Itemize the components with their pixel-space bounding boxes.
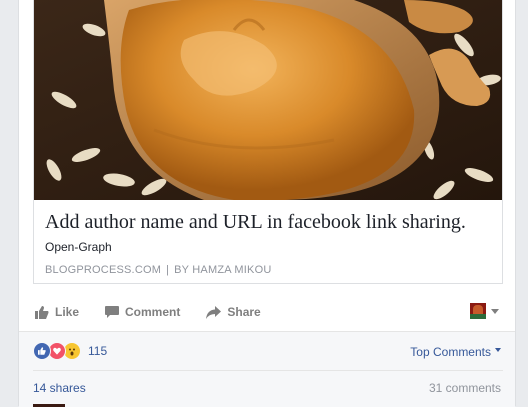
comment-button[interactable]: Comment (105, 305, 180, 319)
reactions-section: 115 Top Comments 14 shares 31 comments (19, 331, 515, 407)
link-title[interactable]: Add author name and URL in facebook link… (45, 210, 491, 234)
link-separator: | (166, 264, 170, 276)
share-label: Share (227, 305, 261, 319)
like-reaction-icon (33, 342, 51, 360)
like-button[interactable]: Like (35, 305, 79, 319)
comment-label: Comment (125, 305, 181, 319)
link-domain: BLOGPROCESS.COM (45, 264, 162, 276)
like-label: Like (55, 305, 80, 319)
chevron-down-icon (491, 308, 499, 314)
post-actions: Like Comment Share (33, 296, 503, 328)
comment-icon (105, 305, 120, 318)
reaction-summary[interactable]: 115 (33, 342, 107, 360)
chevron-down-icon (495, 348, 501, 352)
reaction-count[interactable]: 115 (88, 344, 107, 358)
comments-count-link[interactable]: 31 comments (429, 381, 501, 395)
viewer-switcher[interactable] (470, 303, 499, 319)
viewer-avatar (470, 303, 486, 319)
link-preview-text[interactable]: Add author name and URL in facebook link… (34, 200, 502, 283)
top-comments-label: Top Comments (410, 345, 491, 359)
link-description: Open-Graph (45, 240, 112, 254)
link-preview[interactable]: Add author name and URL in facebook link… (33, 0, 503, 284)
share-arrow-icon (206, 305, 222, 319)
share-button[interactable]: Share (206, 305, 261, 319)
thumbs-up-icon (35, 305, 49, 319)
link-author: BY HAMZA MIKOU (174, 264, 272, 276)
shares-count-link[interactable]: 14 shares (33, 381, 86, 395)
divider (33, 370, 503, 371)
post-card: Add author name and URL in facebook link… (18, 0, 516, 407)
top-comments-dropdown[interactable]: Top Comments (410, 345, 501, 359)
link-source: BLOGPROCESS.COM | BY HAMZA MIKOU (45, 264, 491, 276)
link-preview-image[interactable] (34, 0, 502, 200)
